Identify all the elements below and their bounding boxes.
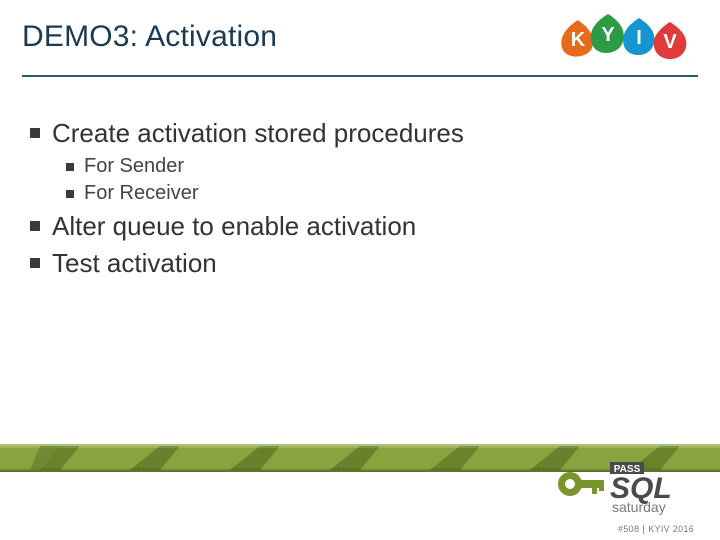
square-bullet-icon — [66, 190, 74, 198]
divider-icon — [643, 525, 644, 534]
kyiv-letter-i: I — [636, 27, 642, 50]
sub-bullet-item: For Sender — [66, 155, 690, 178]
kyiv-letter-k: K — [571, 29, 585, 52]
square-bullet-icon — [30, 221, 40, 231]
square-bullet-icon — [66, 163, 74, 171]
bullet-text: Alter queue to enable activation — [52, 211, 416, 242]
square-bullet-icon — [30, 258, 40, 268]
slide-content: Create activation stored procedures For … — [30, 112, 690, 285]
kyiv-letter-y: Y — [601, 24, 614, 47]
bullet-item: Alter queue to enable activation — [30, 211, 690, 242]
bullet-item: Create activation stored procedures — [30, 118, 690, 149]
slide: DEMO3: Activation K Y I V Create activat… — [0, 0, 720, 540]
event-location-year: KYIV 2016 — [648, 524, 694, 534]
bullet-text: Create activation stored procedures — [52, 118, 464, 149]
bullet-text: Test activation — [52, 248, 217, 279]
saturday-label: saturday — [612, 499, 666, 515]
sub-bullet-text: For Receiver — [84, 182, 198, 205]
sub-bullet-item: For Receiver — [66, 182, 690, 205]
footnote: #508 KYIV 2016 — [618, 524, 694, 534]
kyiv-logo: K Y I V — [560, 14, 690, 64]
title-underline — [22, 75, 698, 77]
sub-bullet-text: For Sender — [84, 155, 184, 178]
bullet-item: Test activation — [30, 248, 690, 279]
kyiv-letter-v: V — [663, 31, 676, 54]
key-icon — [558, 472, 604, 496]
sql-saturday-logo: PASS SQL saturday — [554, 446, 694, 518]
square-bullet-icon — [30, 128, 40, 138]
event-number: #508 — [618, 524, 639, 534]
